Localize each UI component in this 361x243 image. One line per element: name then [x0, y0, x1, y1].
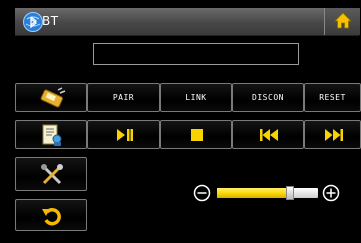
phonebook-icon: [42, 124, 62, 146]
volume-down-button[interactable]: [193, 184, 211, 202]
volume-level-fill: [217, 188, 290, 198]
bluetooth-globe-icon: [23, 12, 43, 32]
next-track-button[interactable]: [304, 120, 361, 149]
pair-button[interactable]: PAIR: [87, 83, 160, 112]
stop-button[interactable]: [160, 120, 232, 149]
page-title: BT: [42, 14, 59, 28]
title-bar: BT: [15, 8, 359, 36]
home-button[interactable]: [324, 8, 360, 35]
volume-up-button[interactable]: [322, 184, 340, 202]
reset-button[interactable]: RESET: [304, 83, 361, 112]
back-arrow-icon: [42, 207, 61, 226]
previous-track-icon: [260, 129, 278, 141]
back-button[interactable]: [15, 199, 87, 231]
previous-track-button[interactable]: [232, 120, 304, 149]
settings-button[interactable]: [15, 157, 87, 191]
tools-icon: [41, 164, 63, 185]
plus-circle-icon: [322, 184, 340, 202]
link-button[interactable]: LINK: [160, 83, 232, 112]
next-track-icon: [325, 129, 343, 141]
link-label: LINK: [185, 93, 207, 102]
play-pause-button[interactable]: [87, 120, 160, 149]
discon-label: DISCON: [252, 93, 284, 102]
minus-circle-icon: [193, 184, 211, 202]
stop-icon: [191, 129, 203, 141]
play-pause-icon: [117, 129, 133, 141]
volume-slider-handle[interactable]: [286, 186, 294, 200]
reset-label: RESET: [319, 93, 346, 102]
device-name-display: [93, 43, 299, 65]
pair-label: PAIR: [112, 93, 135, 102]
pair-phone-icon: [40, 87, 66, 108]
home-icon: [334, 12, 352, 29]
discon-button[interactable]: DISCON: [232, 83, 304, 112]
pair-mode-button[interactable]: [15, 83, 87, 112]
phonebook-button[interactable]: [15, 120, 87, 149]
volume-slider[interactable]: [217, 186, 318, 200]
